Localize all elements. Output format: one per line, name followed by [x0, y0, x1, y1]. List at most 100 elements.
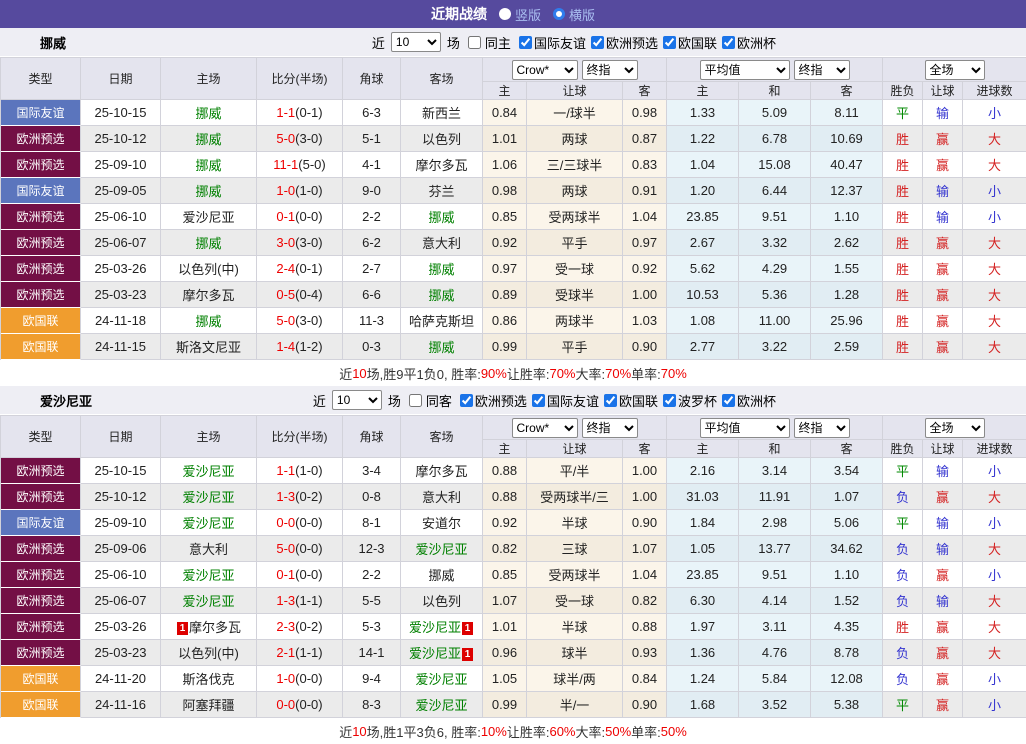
match-date: 25-10-15: [94, 105, 147, 120]
score-fulltime: 5-0: [276, 131, 296, 146]
corners-value: 5-3: [362, 619, 381, 634]
league-filter[interactable]: 欧洲杯: [717, 33, 776, 52]
match-type-label: 国际友谊: [16, 106, 65, 120]
same-venue-checkbox[interactable]: [467, 35, 481, 49]
result-outcome: 平: [896, 464, 910, 479]
result-handicap: 输: [936, 106, 950, 121]
league-filter[interactable]: 欧洲预选: [455, 391, 527, 410]
result-handicap: 赢: [936, 132, 950, 147]
league-checkbox[interactable]: [721, 35, 735, 49]
league-checkbox[interactable]: [721, 393, 735, 407]
match-count-select[interactable]: 10: [390, 32, 441, 52]
handicap-away-odds-cell: 1.04: [623, 204, 668, 230]
result-goals-cell: 大: [963, 230, 1026, 256]
league-checkbox[interactable]: [662, 35, 676, 49]
avg-away-odds: 8.11: [834, 105, 859, 120]
home-team-cell: 爱沙尼亚: [161, 588, 257, 614]
match-row: 欧洲预选 25-03-23 摩尔多瓦 0-5(0-4) 6-6 挪威 0.89 受球半 1.00…: [1, 282, 1026, 308]
corners-cell: 5-5: [343, 588, 401, 614]
handicap-away-odds: 0.98: [631, 105, 658, 120]
avg-draw-odds: 5.09: [761, 105, 788, 120]
radio-label: 竖版: [514, 7, 541, 23]
avg-away-odds: 5.38: [833, 697, 860, 712]
avg-away-odds: 34.62: [830, 541, 863, 556]
odds-final-select[interactable]: 终指: [581, 417, 638, 438]
result-goals-cell: 大: [963, 536, 1026, 562]
avg-home-odds-cell: 2.16: [667, 458, 740, 484]
scope-select[interactable]: 全场: [924, 59, 985, 80]
result-outcome-cell: 胜: [883, 282, 924, 308]
league-checkbox[interactable]: [603, 393, 617, 407]
league-filter[interactable]: 欧国联: [599, 391, 658, 410]
handicap-away-odds-cell: 0.97: [623, 230, 668, 256]
average-select[interactable]: 平均值: [699, 59, 790, 80]
home-team-cell: 爱沙尼亚: [161, 458, 257, 484]
near-label: 近: [312, 393, 326, 409]
result-handicap-cell: 输: [923, 588, 964, 614]
result-goals: 大: [988, 646, 1002, 661]
odds-source-select[interactable]: Crow*: [511, 59, 578, 80]
corners-value: 12-3: [358, 541, 385, 556]
result-outcome: 平: [896, 516, 910, 531]
away-team-cell: 爱沙尼亚: [401, 536, 483, 562]
odds-source-select[interactable]: Crow*: [511, 417, 578, 438]
avg-away-odds-cell: 1.28: [811, 282, 884, 308]
match-count-select[interactable]: 10: [331, 390, 382, 410]
avg-away-odds: 2.62: [833, 235, 860, 250]
result-outcome: 平: [896, 698, 910, 713]
handicap-home-odds-cell: 0.96: [483, 640, 527, 666]
handicap-away-odds-cell: 0.90: [623, 334, 668, 360]
corners-value: 2-2: [362, 209, 381, 224]
result-outcome-cell: 胜: [883, 178, 924, 204]
odds-final-select[interactable]: 终指: [581, 59, 638, 80]
result-goals: 小: [988, 210, 1002, 225]
match-type-label: 欧洲预选: [16, 490, 65, 504]
average-select[interactable]: 平均值: [699, 417, 790, 438]
corners-cell: 5-3: [343, 614, 401, 640]
league-filter[interactable]: 国际友谊: [527, 391, 599, 410]
league-checkbox[interactable]: [459, 393, 473, 407]
handicap-home-odds: 0.82: [491, 541, 518, 556]
scope-select[interactable]: 全场: [924, 417, 985, 438]
match-date: 25-03-26: [94, 619, 147, 634]
avg-draw-odds-cell: 15.08: [739, 152, 812, 178]
league-filter[interactable]: 欧洲预选: [586, 33, 658, 52]
layout-radio-0[interactable]: 竖版: [498, 5, 541, 24]
result-handicap: 赢: [936, 314, 950, 329]
league-checkbox[interactable]: [662, 393, 676, 407]
handicap-line: 受一球: [554, 594, 594, 609]
average-final-select[interactable]: 终指: [793, 417, 850, 438]
same-venue-checkbox[interactable]: [408, 393, 422, 407]
same-venue-label: 同客: [425, 393, 452, 409]
league-checkbox[interactable]: [531, 393, 545, 407]
handicap-away-odds: 1.00: [631, 463, 658, 478]
league-filter[interactable]: 国际友谊: [514, 33, 586, 52]
match-row: 国际友谊 25-10-15 挪威 1-1(0-1) 6-3 新西兰 0.84 一/球半 0.98…: [1, 100, 1026, 126]
handicap-home-odds-cell: 1.01: [483, 126, 527, 152]
handicap-home-odds-cell: 0.84: [483, 100, 527, 126]
avg-home-odds-cell: 1.05: [667, 536, 740, 562]
avg-draw-odds: 11.91: [758, 489, 791, 504]
league-filter[interactable]: 波罗杯: [658, 391, 717, 410]
league-checkbox[interactable]: [590, 35, 604, 49]
red-card-icon: 1: [462, 622, 473, 635]
handicap-home-odds: 0.96: [491, 645, 518, 660]
result-goals: 小: [988, 184, 1002, 199]
league-filters-1: 欧洲预选 国际友谊 欧国联 波罗杯 欧洲杯: [455, 391, 776, 410]
match-type-label: 欧洲预选: [16, 262, 65, 276]
average-group-header: 平均值 终指: [667, 57, 884, 82]
match-date: 25-10-12: [94, 489, 147, 504]
avg-draw-odds: 3.14: [761, 463, 788, 478]
handicap-home-odds-cell: 1.05: [483, 666, 527, 692]
layout-radio-1[interactable]: 横版: [553, 5, 595, 24]
avg-away-odds-cell: 1.52: [811, 588, 884, 614]
match-date-cell: 25-03-23: [81, 282, 161, 308]
league-checkbox[interactable]: [518, 35, 532, 49]
score-halftime: (0-0): [295, 209, 323, 224]
match-type-cell: 欧国联: [1, 308, 81, 334]
match-type-label: 欧洲预选: [16, 158, 65, 172]
league-filter[interactable]: 欧洲杯: [717, 391, 776, 410]
average-final-select[interactable]: 终指: [793, 59, 850, 80]
league-filter[interactable]: 欧国联: [658, 33, 717, 52]
avg-draw-odds-cell: 5.09: [739, 100, 812, 126]
